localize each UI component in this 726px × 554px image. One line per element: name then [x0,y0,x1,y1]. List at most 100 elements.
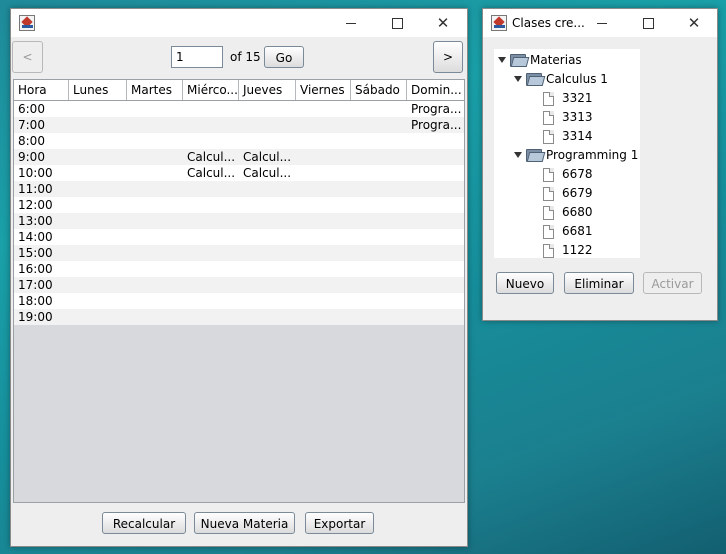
maximize-button[interactable] [374,9,420,37]
schedule-cell[interactable] [239,277,296,293]
hour-cell[interactable]: 13:00 [14,213,69,229]
schedule-cell[interactable] [239,197,296,213]
schedule-cell[interactable] [351,117,407,133]
schedule-cell[interactable] [296,101,351,117]
schedule-cell[interactable] [296,293,351,309]
next-page-button[interactable]: > [433,41,463,73]
schedule-cell[interactable] [69,149,127,165]
page-number-field[interactable]: 1 [171,46,223,68]
schedule-cell[interactable] [183,181,239,197]
schedule-cell[interactable] [183,213,239,229]
schedule-cell[interactable] [351,261,407,277]
column-header-jueves[interactable]: Jueves [239,80,296,100]
schedule-cell[interactable] [127,181,183,197]
schedule-cell[interactable] [407,197,464,213]
schedule-cell[interactable] [296,277,351,293]
minimize-button[interactable] [579,9,625,37]
hour-cell[interactable]: 15:00 [14,245,69,261]
eliminar-button[interactable]: Eliminar [564,272,634,294]
table-row[interactable]: 10:00 Calcul... Calcul... [14,165,464,181]
schedule-cell[interactable] [407,149,464,165]
schedule-cell[interactable] [127,293,183,309]
table-row[interactable]: 15:00 [14,245,464,261]
table-row[interactable]: 14:00 [14,229,464,245]
table-row[interactable]: 17:00 [14,277,464,293]
schedule-cell[interactable] [239,261,296,277]
schedule-cell[interactable] [296,133,351,149]
tree-class-item[interactable]: 6680 [562,203,593,222]
column-header-lunes[interactable]: Lunes [69,80,127,100]
schedule-cell[interactable] [69,165,127,181]
schedule-cell[interactable] [183,309,239,325]
expand-toggle-icon[interactable] [514,76,522,82]
tree-class-item[interactable]: 3321 [562,89,593,108]
schedule-cell[interactable] [239,101,296,117]
schedule-cell[interactable] [351,149,407,165]
column-header-domingo[interactable]: Domin... [407,80,464,100]
nuevo-button[interactable]: Nuevo [496,272,554,294]
schedule-cell[interactable]: Calcul... [183,149,239,165]
schedule-cell[interactable] [127,133,183,149]
table-row[interactable]: 9:00 Calcul... Calcul... [14,149,464,165]
schedule-cell[interactable] [296,213,351,229]
tree-class-item[interactable]: 6681 [562,222,593,241]
schedule-cell[interactable] [183,101,239,117]
schedule-cell[interactable] [69,293,127,309]
column-header-hora[interactable]: Hora [14,80,69,100]
table-row[interactable]: 8:00 [14,133,464,149]
schedule-cell[interactable]: Progra... [407,101,464,117]
schedule-cell[interactable] [296,117,351,133]
schedule-cell[interactable] [183,133,239,149]
schedule-cell[interactable] [239,229,296,245]
tree-subject-programming-1[interactable]: Programming 1 [546,146,638,165]
schedule-cell[interactable] [296,197,351,213]
schedule-cell[interactable] [239,181,296,197]
schedule-cell[interactable]: Calcul... [183,165,239,181]
schedule-cell[interactable] [69,229,127,245]
schedule-cell[interactable] [351,133,407,149]
expand-toggle-icon[interactable] [514,152,522,158]
nueva-materia-button[interactable]: Nueva Materia [194,512,295,534]
schedule-cell[interactable] [407,133,464,149]
hour-cell[interactable]: 18:00 [14,293,69,309]
main-titlebar[interactable]: ✕ [11,9,467,37]
schedule-cell[interactable] [296,261,351,277]
schedule-cell[interactable] [407,165,464,181]
minimize-button[interactable] [328,9,374,37]
schedule-cell[interactable] [407,309,464,325]
schedule-cell[interactable] [407,261,464,277]
tree-class-item[interactable]: 3314 [562,127,593,146]
tree-class-item[interactable]: 6679 [562,184,593,203]
schedule-cell[interactable] [407,181,464,197]
schedule-cell[interactable] [296,245,351,261]
schedule-cell[interactable] [183,261,239,277]
go-button[interactable]: Go [264,46,304,68]
schedule-cell[interactable]: Calcul... [239,149,296,165]
schedule-cell[interactable] [407,277,464,293]
schedule-cell[interactable] [127,245,183,261]
schedule-cell[interactable] [127,213,183,229]
activar-button[interactable]: Activar [643,272,702,294]
schedule-cell[interactable] [296,309,351,325]
hour-cell[interactable]: 7:00 [14,117,69,133]
schedule-cell[interactable] [69,117,127,133]
schedule-cell[interactable] [296,149,351,165]
schedule-cell[interactable]: Progra... [407,117,464,133]
schedule-cell[interactable] [183,245,239,261]
recalcular-button[interactable]: Recalcular [102,512,186,534]
column-header-viernes[interactable]: Viernes [296,80,351,100]
table-row[interactable]: 16:00 [14,261,464,277]
maximize-button[interactable] [625,9,671,37]
classes-titlebar[interactable]: Clases cre... ✕ [483,9,717,37]
table-row[interactable]: 11:00 [14,181,464,197]
schedule-cell[interactable] [351,245,407,261]
hour-cell[interactable]: 10:00 [14,165,69,181]
schedule-cell[interactable] [351,181,407,197]
hour-cell[interactable]: 6:00 [14,101,69,117]
table-row[interactable]: 12:00 [14,197,464,213]
schedule-cell[interactable] [183,117,239,133]
schedule-cell[interactable] [69,197,127,213]
schedule-cell[interactable] [351,213,407,229]
schedule-cell[interactable] [127,149,183,165]
schedule-cell[interactable] [69,277,127,293]
